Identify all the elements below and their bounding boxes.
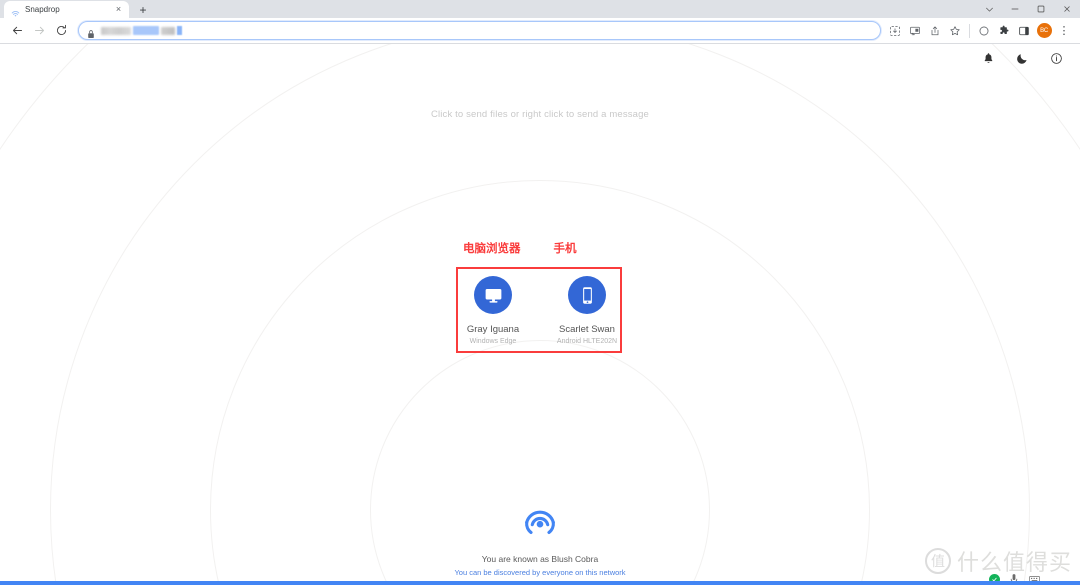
identity-discovery-text[interactable]: You can be discovered by everyone on thi…	[454, 568, 625, 577]
info-circle-icon[interactable]	[1048, 50, 1064, 66]
share-icon[interactable]	[925, 21, 945, 41]
peer-name: Scarlet Swan	[559, 324, 615, 335]
reload-icon[interactable]	[50, 20, 72, 42]
snapdrop-radar-logo	[518, 499, 562, 543]
extensions-puzzle-icon[interactable]	[994, 21, 1014, 41]
desktop-monitor-icon[interactable]	[474, 276, 512, 314]
cast-icon[interactable]	[905, 21, 925, 41]
annotation-label-desktop: 电脑浏览器	[463, 243, 521, 255]
page-hint-text: Click to send files or right click to se…	[431, 109, 649, 120]
snapdrop-page: Click to send files or right click to se…	[0, 44, 1080, 585]
page-header-icons	[980, 50, 1064, 66]
peer-list: Gray Iguana Windows Edge Scarlet Swan An…	[0, 276, 1080, 345]
browser-toolbar: BC ⋮	[0, 18, 1080, 43]
lock-icon	[87, 26, 95, 38]
identity-footer: You are known as Blush Cobra You can be …	[0, 499, 1080, 577]
browser-tab-snapdrop[interactable]: Snapdrop ×	[4, 1, 129, 18]
profile-avatar[interactable]: BC	[1034, 21, 1054, 41]
window-controls	[976, 0, 1080, 18]
back-arrow-icon[interactable]	[6, 20, 28, 42]
tab-strip: Snapdrop × +	[0, 0, 1080, 18]
close-window-button[interactable]	[1054, 0, 1080, 18]
side-panel-icon[interactable]	[1014, 21, 1034, 41]
snapdrop-radar-icon	[11, 5, 20, 17]
peer-card-phone[interactable]: Scarlet Swan Android HLTE202N	[556, 276, 618, 345]
minimize-button[interactable]	[1002, 0, 1028, 18]
peer-device: Android HLTE202N	[556, 338, 618, 345]
notification-bell-icon[interactable]	[980, 50, 996, 66]
copilot-circle-icon[interactable]	[974, 21, 994, 41]
close-icon[interactable]: ×	[113, 4, 124, 15]
tab-title: Snapdrop	[25, 5, 60, 14]
avatar-initials: BC	[1036, 23, 1052, 38]
bottom-blue-strip	[0, 581, 1080, 585]
smartphone-icon[interactable]	[568, 276, 606, 314]
toolbar-divider	[969, 23, 970, 38]
tab-search-button[interactable]	[976, 0, 1002, 18]
peer-device: Windows Edge	[469, 338, 517, 345]
install-app-icon[interactable]	[885, 21, 905, 41]
theme-moon-icon[interactable]	[1014, 50, 1030, 66]
maximize-button[interactable]	[1028, 0, 1054, 18]
forward-arrow-icon	[28, 20, 50, 42]
address-bar[interactable]	[78, 21, 881, 40]
identity-name-text: You are known as Blush Cobra	[481, 554, 599, 564]
address-bar-url[interactable]	[101, 26, 182, 35]
browser-menu-button[interactable]: ⋮	[1054, 21, 1074, 41]
bookmark-star-icon[interactable]	[945, 21, 965, 41]
annotation-labels: 电脑浏览器 手机	[456, 240, 626, 256]
annotation-label-phone: 手机	[553, 243, 577, 255]
new-tab-button[interactable]: +	[134, 1, 152, 18]
peer-card-desktop[interactable]: Gray Iguana Windows Edge	[462, 276, 524, 345]
peer-name: Gray Iguana	[466, 324, 520, 335]
browser-window: Snapdrop × + BC ⋮ Click to send files or…	[0, 0, 1080, 585]
